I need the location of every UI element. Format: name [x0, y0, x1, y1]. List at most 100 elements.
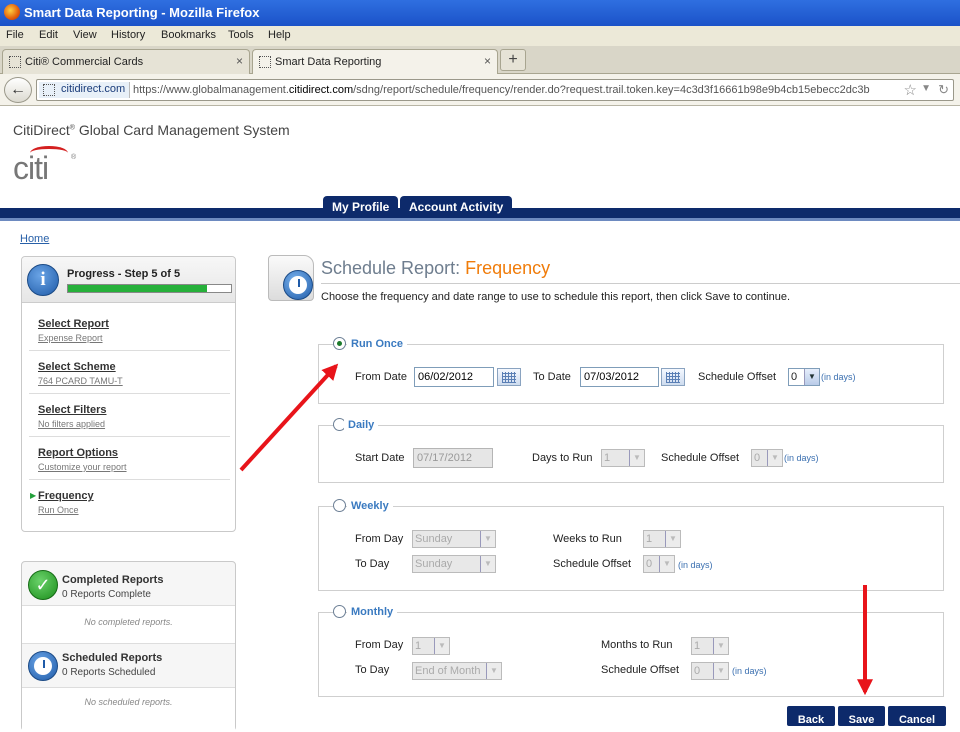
instructions: Choose the frequency and date range to u…	[321, 291, 791, 303]
page-title-highlight: Frequency	[465, 258, 551, 278]
step-summary[interactable]: No filters applied	[38, 419, 105, 429]
back-button[interactable]: ←	[4, 77, 32, 103]
step-name[interactable]: Select Report	[38, 318, 109, 330]
schedule-offset-label: Schedule Offset	[601, 664, 680, 676]
menu-history[interactable]: History	[111, 29, 145, 41]
chevron-down-icon: ▼	[486, 663, 501, 679]
home-link[interactable]: Home	[20, 233, 49, 245]
step-name[interactable]: Select Scheme	[38, 361, 116, 373]
scheduled-reports-title: Scheduled Reports	[62, 652, 163, 664]
step-name[interactable]: Report Options	[38, 447, 118, 459]
title-divider	[321, 283, 960, 284]
menu-view[interactable]: View	[73, 29, 97, 41]
from-date-calendar-icon[interactable]	[497, 368, 521, 386]
scheduled-reports-list: No scheduled reports.	[22, 688, 235, 732]
scheduled-reports-header: Scheduled Reports 0 Reports Scheduled	[22, 644, 235, 688]
to-date-label: To Date	[533, 371, 571, 383]
menu-tools[interactable]: Tools	[228, 29, 254, 41]
step-summary[interactable]: 764 PCARD TAMU-T	[38, 376, 123, 386]
menu-file[interactable]: File	[6, 29, 24, 41]
step-name[interactable]: Select Filters	[38, 404, 106, 416]
step-name[interactable]: Frequency	[38, 490, 94, 502]
reports-panel: ✓ Completed Reports 0 Reports Complete N…	[21, 561, 236, 732]
step-summary[interactable]: Expense Report	[38, 333, 103, 343]
run-once-offset-select[interactable]: 0 ▼	[788, 368, 820, 386]
schedule-offset-label: Schedule Offset	[698, 371, 777, 383]
new-tab-button[interactable]: +	[500, 49, 526, 71]
menu-edit[interactable]: Edit	[39, 29, 58, 41]
weekly-radio[interactable]	[333, 499, 346, 512]
monthly-offset-select[interactable]: 0 ▼	[691, 662, 729, 680]
months-to-run-select[interactable]: 1 ▼	[691, 637, 729, 655]
url-text: https://www.globalmanagement.citidirect.…	[133, 84, 870, 96]
system-name-brand: CitiDirect	[13, 122, 70, 138]
selected-value: Sunday	[415, 558, 453, 570]
reload-icon[interactable]: ↻	[938, 82, 949, 98]
run-once-radio[interactable]	[333, 337, 346, 350]
chevron-down-icon: ▼	[665, 531, 680, 547]
chevron-down-icon: ▼	[713, 638, 728, 654]
info-icon: i	[27, 264, 59, 296]
step-summary[interactable]: Run Once	[38, 505, 79, 515]
back-button[interactable]: Back	[787, 706, 835, 726]
monthly-to-day-select[interactable]: End of Month ▼	[412, 662, 502, 680]
clock-icon	[28, 651, 58, 681]
history-dropdown-icon[interactable]: ▼	[921, 83, 931, 94]
to-date-input[interactable]	[580, 367, 659, 387]
monthly-from-day-select[interactable]: 1 ▼	[412, 637, 450, 655]
to-day-label: To Day	[355, 558, 390, 570]
daily-offset-select[interactable]: 0 ▼	[751, 449, 783, 467]
start-date-input[interactable]	[413, 448, 493, 468]
close-tab-icon[interactable]: ×	[236, 54, 243, 68]
start-date-label: Start Date	[355, 452, 405, 464]
url-domain: citidirect.com	[288, 84, 354, 96]
chevron-down-icon: ▼	[480, 556, 495, 572]
chevron-down-icon: ▼	[659, 556, 674, 572]
selected-value: 1	[694, 640, 701, 652]
selected-value: 1	[604, 452, 611, 464]
site-identity-button[interactable]: citidirect.com	[39, 82, 131, 98]
weeks-to-run-select[interactable]: 1 ▼	[643, 530, 681, 548]
clock-face	[283, 270, 313, 300]
weekly-from-day-select[interactable]: Sunday ▼	[412, 530, 496, 548]
bookmark-star-icon[interactable]: ☆	[904, 81, 917, 99]
firefox-icon	[4, 4, 20, 20]
current-step-marker-icon: ▶	[30, 491, 37, 500]
chevron-down-icon: ▼	[804, 369, 819, 385]
url-bar[interactable]: citidirect.com https://www.globalmanagem…	[36, 79, 954, 101]
days-to-run-select[interactable]: 1 ▼	[601, 449, 645, 467]
nav-tab-account-activity[interactable]: Account Activity	[400, 196, 513, 218]
from-date-label: From Date	[355, 371, 407, 383]
menu-bookmarks[interactable]: Bookmarks	[161, 29, 216, 41]
browser-tab-bar: Citi® Commercial Cards × Smart Data Repo…	[0, 46, 960, 75]
selected-value: Sunday	[415, 533, 453, 545]
from-date-input[interactable]	[414, 367, 494, 387]
weekly-to-day-select[interactable]: Sunday ▼	[412, 555, 496, 573]
nav-tab-my-profile[interactable]: My Profile	[323, 196, 399, 218]
chevron-down-icon: ▼	[713, 663, 728, 679]
selected-value: 1	[415, 640, 422, 652]
cancel-button[interactable]: Cancel	[888, 706, 946, 726]
months-to-run-label: Months to Run	[601, 639, 673, 651]
offset-unit: (in days)	[678, 560, 713, 570]
completed-reports-empty: No completed reports.	[84, 617, 173, 627]
completed-reports-header: ✓ Completed Reports 0 Reports Complete	[22, 562, 235, 606]
progress-bar	[67, 284, 232, 293]
selected-value: 0	[694, 665, 701, 677]
browser-tab-smart-data-reporting[interactable]: Smart Data Reporting ×	[252, 49, 498, 75]
browser-tab-citi-commercial-cards[interactable]: Citi® Commercial Cards ×	[2, 49, 250, 74]
completed-reports-count: 0 Reports Complete	[62, 589, 151, 600]
offset-unit: (in days)	[732, 666, 767, 676]
step-select-report: Select Report Expense Report	[29, 309, 230, 351]
monthly-radio[interactable]	[333, 605, 346, 618]
close-tab-icon[interactable]: ×	[484, 54, 491, 68]
url-path: /sdng/report/schedule/frequency/render.d…	[353, 84, 870, 96]
menu-help[interactable]: Help	[268, 29, 291, 41]
page-title-prefix: Schedule Report:	[321, 258, 466, 278]
weekly-offset-select[interactable]: 0 ▼	[643, 555, 675, 573]
save-button[interactable]: Save	[838, 706, 885, 726]
step-summary[interactable]: Customize your report	[38, 462, 127, 472]
to-date-calendar-icon[interactable]	[661, 368, 685, 386]
offset-unit: (in days)	[821, 372, 856, 382]
completed-reports-list: No completed reports.	[22, 606, 235, 644]
